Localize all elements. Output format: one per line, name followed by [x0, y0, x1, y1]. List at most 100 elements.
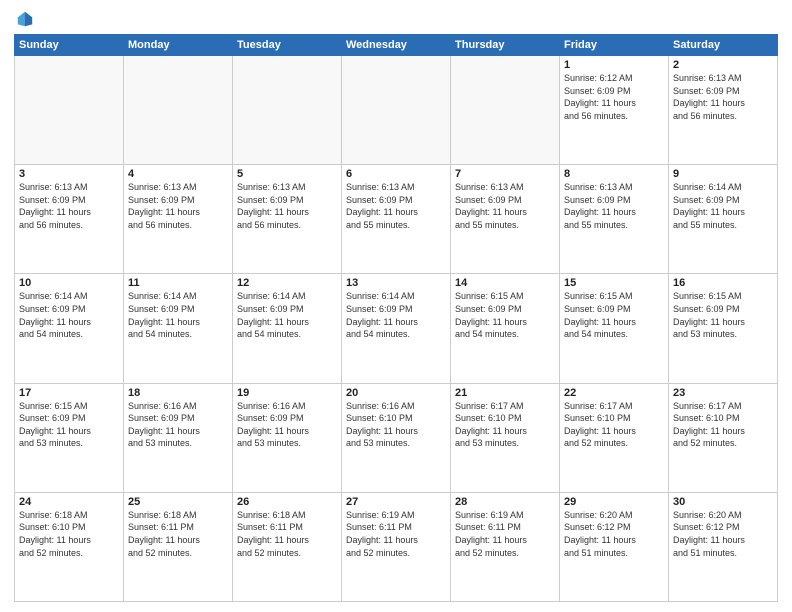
calendar-day-cell: 1Sunrise: 6:12 AM Sunset: 6:09 PM Daylig…	[560, 56, 669, 165]
day-number: 2	[673, 59, 773, 71]
day-number: 12	[237, 277, 337, 289]
day-info: Sunrise: 6:20 AM Sunset: 6:12 PM Dayligh…	[564, 509, 664, 559]
calendar-day-cell: 21Sunrise: 6:17 AM Sunset: 6:10 PM Dayli…	[451, 383, 560, 492]
day-info: Sunrise: 6:16 AM Sunset: 6:09 PM Dayligh…	[128, 400, 228, 450]
calendar-header-row: SundayMondayTuesdayWednesdayThursdayFrid…	[15, 35, 778, 56]
day-info: Sunrise: 6:15 AM Sunset: 6:09 PM Dayligh…	[564, 290, 664, 340]
day-info: Sunrise: 6:13 AM Sunset: 6:09 PM Dayligh…	[455, 181, 555, 231]
calendar-day-cell: 27Sunrise: 6:19 AM Sunset: 6:11 PM Dayli…	[342, 492, 451, 601]
calendar-day-cell: 20Sunrise: 6:16 AM Sunset: 6:10 PM Dayli…	[342, 383, 451, 492]
day-info: Sunrise: 6:15 AM Sunset: 6:09 PM Dayligh…	[673, 290, 773, 340]
page-header	[14, 10, 778, 28]
day-number: 19	[237, 387, 337, 399]
day-info: Sunrise: 6:19 AM Sunset: 6:11 PM Dayligh…	[346, 509, 446, 559]
day-info: Sunrise: 6:14 AM Sunset: 6:09 PM Dayligh…	[673, 181, 773, 231]
day-number: 30	[673, 496, 773, 508]
day-info: Sunrise: 6:20 AM Sunset: 6:12 PM Dayligh…	[673, 509, 773, 559]
calendar-week-row: 1Sunrise: 6:12 AM Sunset: 6:09 PM Daylig…	[15, 56, 778, 165]
calendar-day-cell	[124, 56, 233, 165]
day-info: Sunrise: 6:12 AM Sunset: 6:09 PM Dayligh…	[564, 72, 664, 122]
calendar-day-cell: 14Sunrise: 6:15 AM Sunset: 6:09 PM Dayli…	[451, 274, 560, 383]
day-number: 27	[346, 496, 446, 508]
calendar-day-header: Monday	[124, 35, 233, 56]
calendar-day-cell: 13Sunrise: 6:14 AM Sunset: 6:09 PM Dayli…	[342, 274, 451, 383]
calendar-day-cell: 24Sunrise: 6:18 AM Sunset: 6:10 PM Dayli…	[15, 492, 124, 601]
calendar-day-cell: 4Sunrise: 6:13 AM Sunset: 6:09 PM Daylig…	[124, 165, 233, 274]
day-info: Sunrise: 6:16 AM Sunset: 6:09 PM Dayligh…	[237, 400, 337, 450]
day-number: 1	[564, 59, 664, 71]
day-info: Sunrise: 6:13 AM Sunset: 6:09 PM Dayligh…	[19, 181, 119, 231]
calendar-day-header: Thursday	[451, 35, 560, 56]
day-info: Sunrise: 6:13 AM Sunset: 6:09 PM Dayligh…	[128, 181, 228, 231]
calendar-week-row: 17Sunrise: 6:15 AM Sunset: 6:09 PM Dayli…	[15, 383, 778, 492]
day-info: Sunrise: 6:14 AM Sunset: 6:09 PM Dayligh…	[128, 290, 228, 340]
calendar-day-cell: 7Sunrise: 6:13 AM Sunset: 6:09 PM Daylig…	[451, 165, 560, 274]
calendar-day-cell: 12Sunrise: 6:14 AM Sunset: 6:09 PM Dayli…	[233, 274, 342, 383]
day-number: 3	[19, 168, 119, 180]
day-number: 21	[455, 387, 555, 399]
calendar-day-cell: 28Sunrise: 6:19 AM Sunset: 6:11 PM Dayli…	[451, 492, 560, 601]
day-number: 16	[673, 277, 773, 289]
calendar-day-cell: 22Sunrise: 6:17 AM Sunset: 6:10 PM Dayli…	[560, 383, 669, 492]
day-number: 24	[19, 496, 119, 508]
calendar-day-header: Tuesday	[233, 35, 342, 56]
calendar-day-cell: 18Sunrise: 6:16 AM Sunset: 6:09 PM Dayli…	[124, 383, 233, 492]
day-info: Sunrise: 6:15 AM Sunset: 6:09 PM Dayligh…	[19, 400, 119, 450]
day-info: Sunrise: 6:19 AM Sunset: 6:11 PM Dayligh…	[455, 509, 555, 559]
day-number: 5	[237, 168, 337, 180]
calendar-day-cell: 2Sunrise: 6:13 AM Sunset: 6:09 PM Daylig…	[669, 56, 778, 165]
calendar-day-cell: 10Sunrise: 6:14 AM Sunset: 6:09 PM Dayli…	[15, 274, 124, 383]
day-info: Sunrise: 6:13 AM Sunset: 6:09 PM Dayligh…	[673, 72, 773, 122]
day-number: 18	[128, 387, 228, 399]
day-info: Sunrise: 6:18 AM Sunset: 6:11 PM Dayligh…	[237, 509, 337, 559]
day-number: 6	[346, 168, 446, 180]
day-number: 7	[455, 168, 555, 180]
calendar-day-cell	[342, 56, 451, 165]
day-number: 4	[128, 168, 228, 180]
day-info: Sunrise: 6:15 AM Sunset: 6:09 PM Dayligh…	[455, 290, 555, 340]
day-info: Sunrise: 6:14 AM Sunset: 6:09 PM Dayligh…	[19, 290, 119, 340]
calendar-day-cell: 15Sunrise: 6:15 AM Sunset: 6:09 PM Dayli…	[560, 274, 669, 383]
day-info: Sunrise: 6:17 AM Sunset: 6:10 PM Dayligh…	[455, 400, 555, 450]
calendar-day-cell: 30Sunrise: 6:20 AM Sunset: 6:12 PM Dayli…	[669, 492, 778, 601]
day-number: 23	[673, 387, 773, 399]
logo	[14, 10, 34, 28]
day-number: 11	[128, 277, 228, 289]
day-number: 14	[455, 277, 555, 289]
day-number: 9	[673, 168, 773, 180]
day-number: 15	[564, 277, 664, 289]
calendar-day-cell: 11Sunrise: 6:14 AM Sunset: 6:09 PM Dayli…	[124, 274, 233, 383]
day-number: 29	[564, 496, 664, 508]
calendar-day-cell: 3Sunrise: 6:13 AM Sunset: 6:09 PM Daylig…	[15, 165, 124, 274]
day-info: Sunrise: 6:14 AM Sunset: 6:09 PM Dayligh…	[237, 290, 337, 340]
day-info: Sunrise: 6:18 AM Sunset: 6:11 PM Dayligh…	[128, 509, 228, 559]
logo-icon	[16, 10, 34, 28]
calendar-day-cell: 17Sunrise: 6:15 AM Sunset: 6:09 PM Dayli…	[15, 383, 124, 492]
day-number: 10	[19, 277, 119, 289]
calendar-day-cell	[233, 56, 342, 165]
day-number: 25	[128, 496, 228, 508]
calendar-week-row: 3Sunrise: 6:13 AM Sunset: 6:09 PM Daylig…	[15, 165, 778, 274]
day-info: Sunrise: 6:13 AM Sunset: 6:09 PM Dayligh…	[346, 181, 446, 231]
calendar-day-cell	[451, 56, 560, 165]
calendar-day-cell: 9Sunrise: 6:14 AM Sunset: 6:09 PM Daylig…	[669, 165, 778, 274]
day-number: 8	[564, 168, 664, 180]
day-number: 28	[455, 496, 555, 508]
calendar-week-row: 10Sunrise: 6:14 AM Sunset: 6:09 PM Dayli…	[15, 274, 778, 383]
calendar-day-cell: 23Sunrise: 6:17 AM Sunset: 6:10 PM Dayli…	[669, 383, 778, 492]
day-info: Sunrise: 6:16 AM Sunset: 6:10 PM Dayligh…	[346, 400, 446, 450]
day-info: Sunrise: 6:13 AM Sunset: 6:09 PM Dayligh…	[237, 181, 337, 231]
day-info: Sunrise: 6:18 AM Sunset: 6:10 PM Dayligh…	[19, 509, 119, 559]
calendar-table: SundayMondayTuesdayWednesdayThursdayFrid…	[14, 34, 778, 602]
day-info: Sunrise: 6:13 AM Sunset: 6:09 PM Dayligh…	[564, 181, 664, 231]
calendar-day-header: Sunday	[15, 35, 124, 56]
day-info: Sunrise: 6:17 AM Sunset: 6:10 PM Dayligh…	[564, 400, 664, 450]
day-info: Sunrise: 6:14 AM Sunset: 6:09 PM Dayligh…	[346, 290, 446, 340]
calendar-day-cell: 19Sunrise: 6:16 AM Sunset: 6:09 PM Dayli…	[233, 383, 342, 492]
day-number: 20	[346, 387, 446, 399]
calendar-day-cell: 26Sunrise: 6:18 AM Sunset: 6:11 PM Dayli…	[233, 492, 342, 601]
calendar-day-cell: 29Sunrise: 6:20 AM Sunset: 6:12 PM Dayli…	[560, 492, 669, 601]
calendar-day-cell	[15, 56, 124, 165]
calendar-week-row: 24Sunrise: 6:18 AM Sunset: 6:10 PM Dayli…	[15, 492, 778, 601]
calendar-day-cell: 25Sunrise: 6:18 AM Sunset: 6:11 PM Dayli…	[124, 492, 233, 601]
